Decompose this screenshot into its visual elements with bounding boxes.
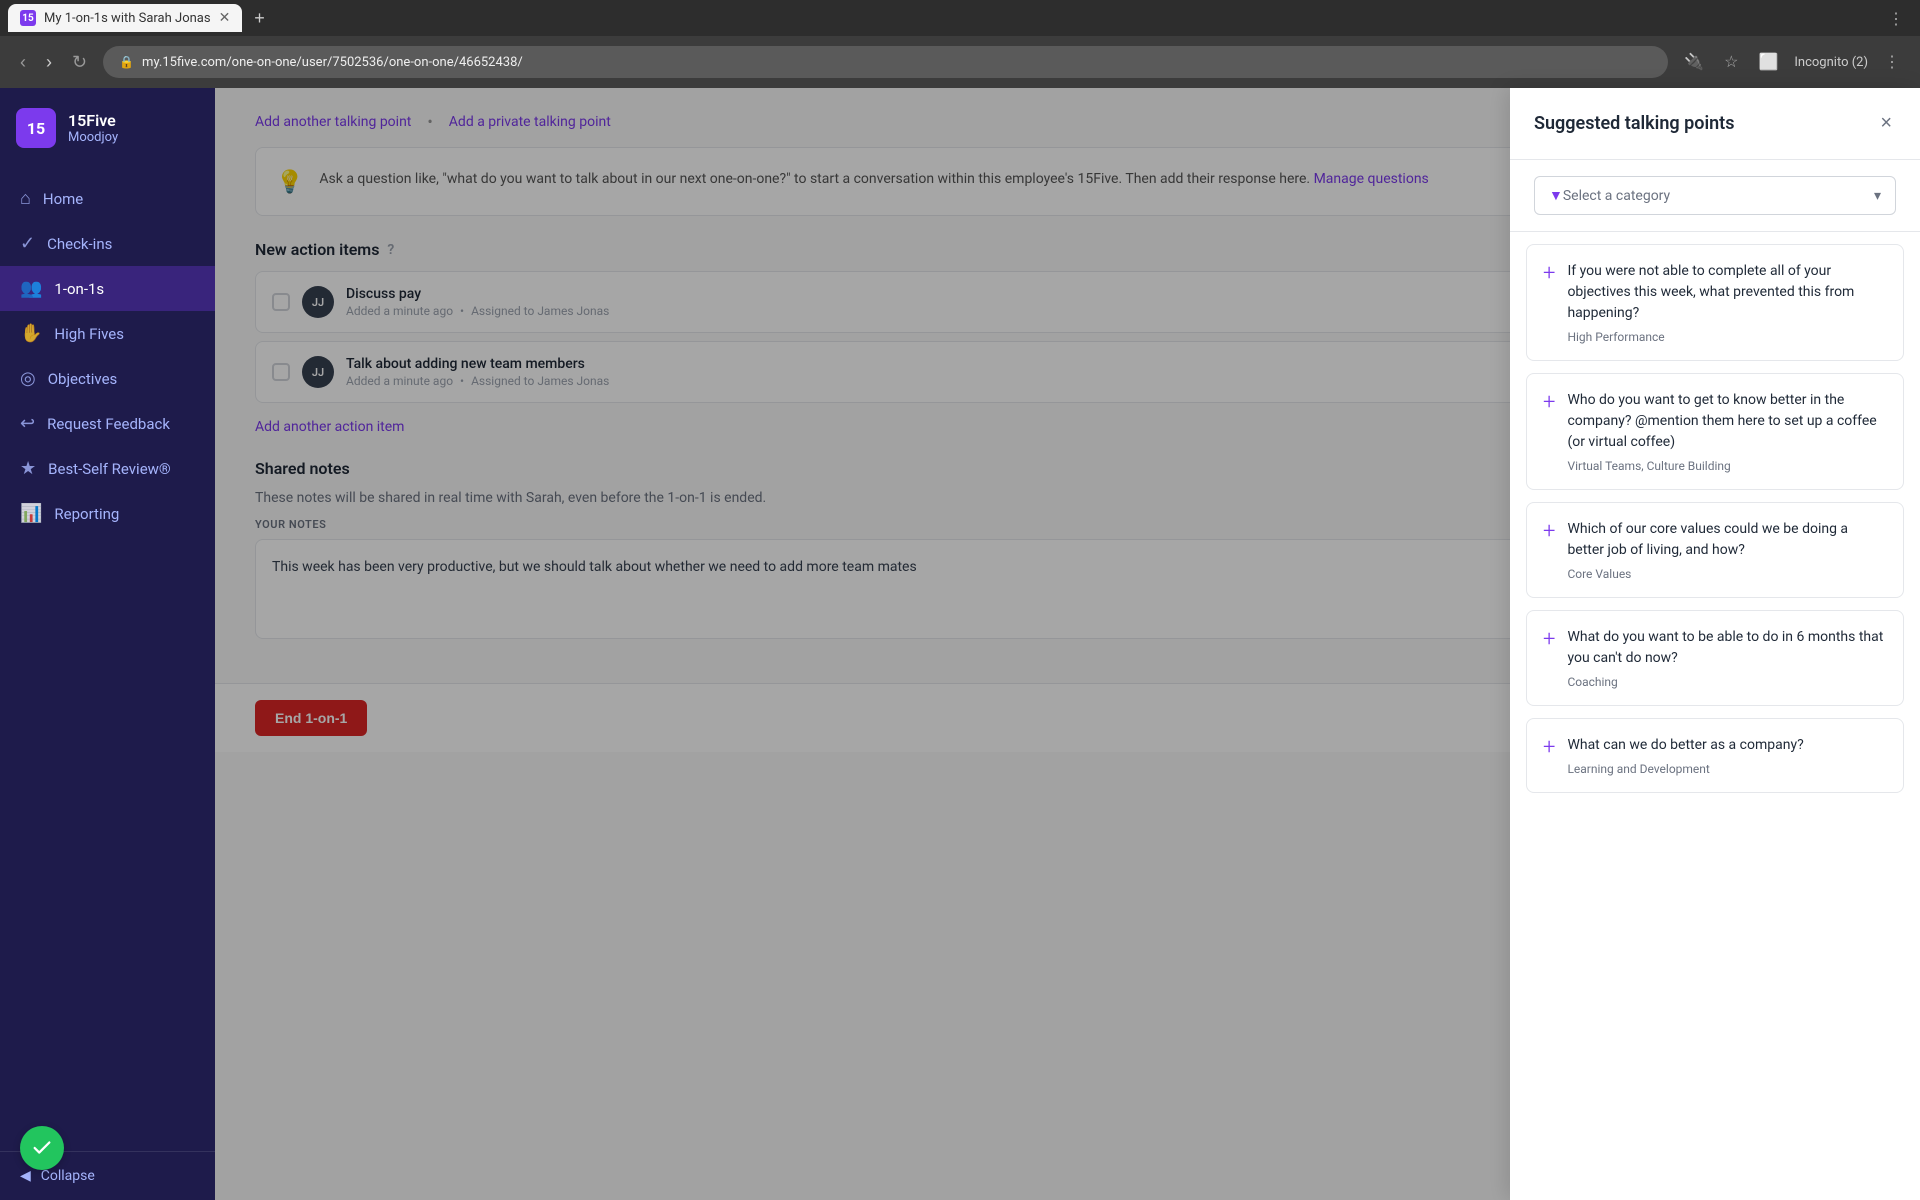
suggestion-tag-4: Coaching	[1567, 675, 1887, 689]
extensions-button[interactable]: 🔌	[1680, 48, 1708, 76]
suggestion-text-2: Who do you want to get to know better in…	[1567, 390, 1887, 453]
forward-button[interactable]: ›	[42, 48, 56, 77]
minimize-icon: ⋮	[1888, 9, 1912, 28]
home-icon: ⌂	[20, 188, 31, 209]
suggestions-header: Suggested talking points ×	[1510, 88, 1920, 160]
suggestion-text-4: What do you want to be able to do in 6 m…	[1567, 627, 1887, 669]
sidebar-logo: 15 15Five Moodjoy	[0, 88, 215, 168]
suggestion-text-1: If you were not able to complete all of …	[1567, 261, 1887, 324]
suggestion-tag-3: Core Values	[1567, 567, 1887, 581]
bestself-icon: ★	[20, 458, 36, 479]
sidebar-item-reporting[interactable]: 📊 Reporting	[0, 491, 215, 536]
close-suggestions-button[interactable]: ×	[1876, 108, 1896, 139]
checkins-icon: ✓	[20, 233, 35, 254]
suggestion-card-1[interactable]: + If you were not able to complete all o…	[1526, 244, 1904, 361]
address-bar[interactable]: 🔒 my.15five.com/one-on-one/user/7502536/…	[103, 46, 1668, 78]
suggestion-card-5[interactable]: + What can we do better as a company? Le…	[1526, 718, 1904, 793]
sidebar-item-1on1s[interactable]: 👥 1-on-1s	[0, 266, 215, 311]
reporting-icon: 📊	[20, 503, 42, 524]
browser-tabs: 15 My 1-on-1s with Sarah Jonas ✕ + ⋮	[0, 0, 1920, 36]
add-suggestion-button-3[interactable]: +	[1543, 521, 1555, 543]
screenshot-button[interactable]: ⬜	[1754, 48, 1782, 76]
sidebar-item-label: Request Feedback	[47, 415, 170, 433]
tab-title: My 1-on-1s with Sarah Jonas	[44, 11, 211, 26]
suggestion-tag-2: Virtual Teams, Culture Building	[1567, 459, 1887, 473]
user-name: Moodjoy	[68, 130, 118, 145]
category-filter-dropdown[interactable]: ▼ Select a category ▾	[1534, 176, 1896, 215]
collapse-icon: ◀	[20, 1168, 31, 1184]
suggestion-text-5: What can we do better as a company?	[1567, 735, 1887, 756]
filter-icon: ▼	[1549, 187, 1563, 204]
browser-actions: 🔌 ☆ ⬜ Incognito (2) ⋮	[1680, 48, 1904, 76]
back-button[interactable]: ‹	[16, 48, 30, 77]
sidebar: 15 15Five Moodjoy ⌂ Home ✓ Check-ins 👥 1…	[0, 88, 215, 1200]
sidebar-item-best-self[interactable]: ★ Best-Self Review®	[0, 446, 215, 491]
tab-close-button[interactable]: ✕	[219, 10, 231, 26]
suggestion-content-5: What can we do better as a company? Lear…	[1567, 735, 1887, 776]
sidebar-item-highfives[interactable]: ✋ High Fives	[0, 311, 215, 356]
sidebar-item-home[interactable]: ⌂ Home	[0, 176, 215, 221]
checkmark-icon	[31, 1137, 53, 1159]
sidebar-item-label: Objectives	[48, 370, 118, 388]
suggestion-content-3: Which of our core values could we be doi…	[1567, 519, 1887, 581]
notification-badge[interactable]	[20, 1126, 64, 1170]
suggestions-title: Suggested talking points	[1534, 113, 1734, 134]
suggestion-card-4[interactable]: + What do you want to be able to do in 6…	[1526, 610, 1904, 706]
tab-favicon: 15	[20, 10, 36, 26]
suggestion-content-2: Who do you want to get to know better in…	[1567, 390, 1887, 473]
sidebar-item-checkins[interactable]: ✓ Check-ins	[0, 221, 215, 266]
sidebar-item-request-feedback[interactable]: ↩ Request Feedback	[0, 401, 215, 446]
suggestion-content-4: What do you want to be able to do in 6 m…	[1567, 627, 1887, 689]
company-name: 15Five	[68, 111, 118, 130]
suggestions-filter: ▼ Select a category ▾	[1510, 160, 1920, 232]
suggestion-tag-1: High Performance	[1567, 330, 1887, 344]
incognito-badge: Incognito (2)	[1794, 55, 1868, 70]
suggestions-list: + If you were not able to complete all o…	[1510, 232, 1920, 1200]
logo-text: 15Five Moodjoy	[68, 111, 118, 145]
suggestion-card-2[interactable]: + Who do you want to get to know better …	[1526, 373, 1904, 490]
sidebar-item-label: Reporting	[54, 505, 119, 523]
feedback-icon: ↩	[20, 413, 35, 434]
1on1-icon: 👥	[20, 278, 42, 299]
sidebar-item-label: 1-on-1s	[54, 280, 104, 298]
sidebar-item-label: Best-Self Review®	[48, 460, 171, 478]
address-text: my.15five.com/one-on-one/user/7502536/on…	[142, 55, 523, 70]
suggestions-panel: Suggested talking points × ▼ Select a ca…	[1510, 88, 1920, 1200]
chevron-down-icon: ▾	[1874, 188, 1881, 204]
suggestion-tag-5: Learning and Development	[1567, 762, 1887, 776]
browser-tab[interactable]: 15 My 1-on-1s with Sarah Jonas ✕	[8, 4, 242, 32]
browser-toolbar: ‹ › ↻ 🔒 my.15five.com/one-on-one/user/75…	[0, 36, 1920, 88]
add-suggestion-button-5[interactable]: +	[1543, 737, 1555, 759]
suggestion-content-1: If you were not able to complete all of …	[1567, 261, 1887, 344]
suggestion-card-3[interactable]: + Which of our core values could we be d…	[1526, 502, 1904, 598]
sidebar-item-label: High Fives	[54, 325, 124, 343]
sidebar-item-label: Check-ins	[47, 235, 112, 253]
lock-icon: 🔒	[119, 55, 134, 69]
logo-icon: 15	[16, 108, 56, 148]
menu-button[interactable]: ⋮	[1880, 48, 1904, 76]
sidebar-item-objectives[interactable]: ◎ Objectives	[0, 356, 215, 401]
add-suggestion-button-4[interactable]: +	[1543, 629, 1555, 651]
highfives-icon: ✋	[20, 323, 42, 344]
suggestion-text-3: Which of our core values could we be doi…	[1567, 519, 1887, 561]
new-tab-button[interactable]: +	[246, 8, 273, 29]
collapse-button[interactable]: ◀ Collapse	[20, 1168, 195, 1184]
bookmark-button[interactable]: ☆	[1720, 48, 1742, 76]
refresh-button[interactable]: ↻	[68, 48, 91, 77]
sidebar-item-label: Home	[43, 190, 83, 208]
add-suggestion-button-1[interactable]: +	[1543, 263, 1555, 285]
collapse-label: Collapse	[41, 1168, 95, 1184]
add-suggestion-button-2[interactable]: +	[1543, 392, 1555, 414]
objectives-icon: ◎	[20, 368, 36, 389]
browser-chrome: 15 My 1-on-1s with Sarah Jonas ✕ + ⋮ ‹ ›…	[0, 0, 1920, 88]
filter-placeholder: Select a category	[1563, 188, 1670, 204]
sidebar-nav: ⌂ Home ✓ Check-ins 👥 1-on-1s ✋ High Five…	[0, 168, 215, 1151]
